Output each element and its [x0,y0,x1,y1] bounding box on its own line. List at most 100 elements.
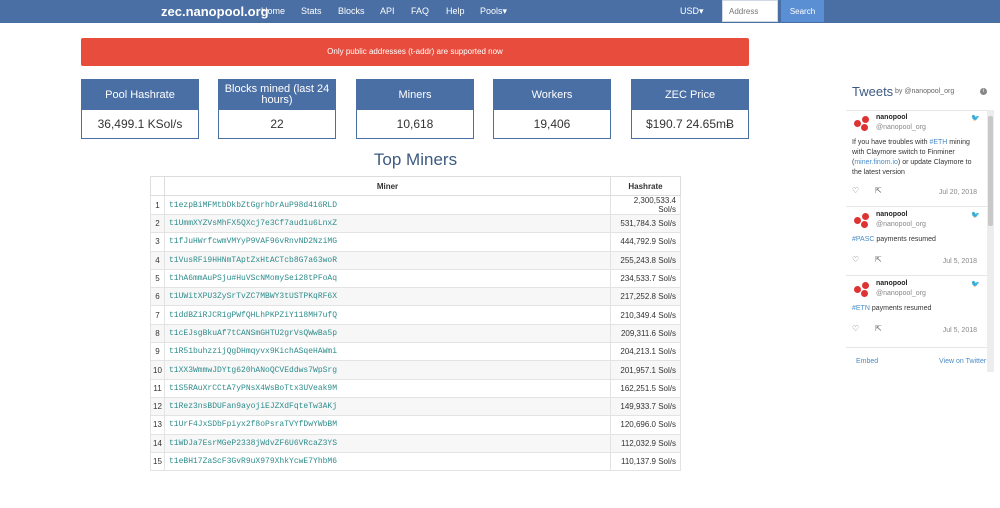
miner-address-link[interactable]: t1R51buhzzijQgDHmqyvx9KichASqeHAWmi [164,342,611,362]
row-index: 15 [150,451,165,472]
row-index: 13 [150,415,165,435]
brand-logo[interactable]: zec.nanopool.org [161,4,269,19]
miner-hashrate: 2,300,533.4 Sol/s [610,195,681,215]
tweet-author-name[interactable]: nanopool [876,114,908,121]
tweet-item[interactable]: nanopool @nanopool_org 🐦 #ETN payments r… [846,276,987,346]
table-row: 9 t1R51buhzzijQgDHmqyvx9KichASqeHAWmi 204,… [150,342,681,362]
stat-card-pool-hashrate: Pool Hashrate 36,499.1 KSol/s [81,79,199,139]
nav-help[interactable]: Help [446,6,465,16]
share-icon[interactable]: ⇱ [875,186,882,195]
alert-banner: Only public addresses (t-addr) are suppo… [81,38,749,66]
info-icon[interactable]: i [980,88,987,95]
table-row: 12 t1Rez3nsBDUFan9ayojiEJZXdFqteTw3AKj 149… [150,396,681,417]
tweet-item[interactable]: nanopool @nanopool_org 🐦 If you have tro… [846,110,987,220]
table-row: 8 t1cEJsgBkuAf7tCANSmGHTU2grVsQWwBa5p 209,… [150,323,681,344]
miner-address-link[interactable]: t1fJuHWrfcwmVMYyP9VAF96vRnvND2NziMG [164,232,611,252]
miner-address-link[interactable]: t1ezpBiMFMtbDkbZtGgrhDrAuP98d416RLD [164,195,611,215]
miner-hashrate: 149,933.7 Sol/s [610,396,681,417]
miner-address-link[interactable]: t1XX3WmmwJDYtg620hANoQCVEddws7WpSrg [164,360,611,380]
nav-api[interactable]: API [380,6,395,16]
heart-icon[interactable]: ♡ [852,255,859,264]
row-index: 5 [150,268,165,289]
tweet-text: If you have troubles with #ETH mining wi… [852,139,972,176]
miner-address-link[interactable]: t1ddBZiRJCR1gPWfQHLhPKPZiY118MH7ufQ [164,305,611,325]
heart-icon[interactable]: ♡ [852,324,859,333]
twitter-bird-icon: 🐦 [971,115,980,122]
miner-address-link[interactable]: t1UrF4JxSDbFpiyx2f8oPsraTVYfDwYWbBM [164,415,611,435]
nav-blocks[interactable]: Blocks [338,6,365,16]
miner-address-link[interactable]: t1hA6mmAuPSju#HuVScNMomySei28tPFoAq [164,268,611,289]
stat-label: Miners [357,80,473,110]
miner-address-link[interactable]: t1WDJa7EsrMGeP2338jWdvZF6U6VRcaZ3YS [164,433,611,453]
table-row: 3 t1fJuHWrfcwmVMYyP9VAF96vRnvND2NziMG 444,… [150,232,681,252]
top-navbar: zec.nanopool.org Home Stats Blocks API F… [0,0,1000,23]
miner-hashrate: 110,137.9 Sol/s [610,451,681,472]
miner-address-link[interactable]: t1UmmXYZVsMhFX5QXcj7e3Cf7aud1u6LnxZ [164,213,611,234]
table-row: 4 t1VusRFi9HHNmTAptZxHtACTcb8G7a63woR 255,… [150,250,681,270]
table-row: 14 t1WDJa7EsrMGeP2338jWdvZF6U6VRcaZ3YS 112… [150,433,681,453]
twitter-bird-icon: 🐦 [971,212,980,219]
tweets-scrollbar[interactable] [987,110,994,372]
table-row: 5 t1hA6mmAuPSju#HuVScNMomySei28tPFoAq 234,… [150,268,681,289]
tweet-text: #PASC payments resumed [852,236,936,243]
nav-pools-dropdown[interactable]: Pools▾ [480,6,507,17]
table-row: 6 t1UWitXPU3ZySrTvZC7MBWY3tUSTPKqRF6X 217,… [150,287,681,307]
nav-stats[interactable]: Stats [301,6,322,16]
miner-address-link[interactable]: t1cEJsgBkuAf7tCANSmGHTU2grVsQWwBa5p [164,323,611,344]
tweets-by-link[interactable]: by @nanopool_org [895,88,954,95]
miner-hashrate: 255,243.8 Sol/s [610,250,681,270]
miner-address-link[interactable]: t1S5RAuXrCCtA7yPNsX4WsBoTtx3UVeak9M [164,378,611,398]
nav-home[interactable]: Home [261,6,285,16]
search-button[interactable]: Search [781,0,824,22]
view-on-twitter-link[interactable]: View on Twitter [939,358,986,365]
tweet-item[interactable]: nanopool @nanopool_org 🐦 #PASC payments … [846,207,987,277]
tweet-author-handle[interactable]: @nanopool_org [876,124,926,131]
top-miners-table: Miner Hashrate 1 t1ezpBiMFMtbDkbZtGgrhDrA… [150,176,681,472]
miner-hashrate: 120,696.0 Sol/s [610,415,681,435]
col-index-header [150,176,165,196]
hashtag-link[interactable]: #ETN [852,305,870,312]
col-miner-header: Miner [164,176,611,196]
table-row: 11 t1S5RAuXrCCtA7yPNsX4WsBoTtx3UVeak9M 162… [150,378,681,398]
tweet-date[interactable]: Jul 5, 2018 [943,258,977,265]
tweet-url-link[interactable]: miner.finom.io [854,159,898,166]
col-hashrate-header: Hashrate [610,176,681,196]
miner-address-link[interactable]: t1eBH17ZaScF3GvR9uX979XhkYcwE7YhbM6 [164,451,611,472]
avatar [854,282,870,298]
nav-faq[interactable]: FAQ [411,6,429,16]
table-row: 7 t1ddBZiRJCR1gPWfQHLhPKPZiY118MH7ufQ 210,… [150,305,681,325]
table-row: 1 t1ezpBiMFMtbDkbZtGgrhDrAuP98d416RLD 2,30… [150,195,681,215]
top-miners-title: Top Miners [373,150,458,169]
tweet-author-handle[interactable]: @nanopool_org [876,290,926,297]
tweet-date[interactable]: Jul 20, 2018 [939,189,977,196]
hashtag-link[interactable]: #ETH [929,139,947,146]
row-index: 7 [150,305,165,325]
miner-address-link[interactable]: t1Rez3nsBDUFan9ayojiEJZXdFqteTw3AKj [164,396,611,417]
embed-link[interactable]: Embed [856,358,878,365]
tweet-author-handle[interactable]: @nanopool_org [876,221,926,228]
table-row: 2 t1UmmXYZVsMhFX5QXcj7e3Cf7aud1u6LnxZ 531,… [150,213,681,234]
twitter-bird-icon: 🐦 [971,281,980,288]
row-index: 12 [150,396,165,417]
miner-hashrate: 162,251.5 Sol/s [610,378,681,398]
miner-hashrate: 209,311.6 Sol/s [610,323,681,344]
stat-value: 36,499.1 KSol/s [97,117,183,131]
tweet-date[interactable]: Jul 5, 2018 [943,327,977,334]
currency-dropdown[interactable]: USD▾ [680,6,704,17]
tweet-author-name[interactable]: nanopool [876,280,908,287]
address-search-input[interactable] [722,0,778,22]
tweet-author-name[interactable]: nanopool [876,211,908,218]
stat-card-miners: Miners 10,618 [356,79,474,139]
tweet-text: #ETN payments resumed [852,305,932,312]
scrollbar-thumb[interactable] [988,116,993,226]
heart-icon[interactable]: ♡ [852,186,859,195]
share-icon[interactable]: ⇱ [875,255,882,264]
hashtag-link[interactable]: #PASC [852,236,874,243]
miner-address-link[interactable]: t1UWitXPU3ZySrTvZC7MBWY3tUSTPKqRF6X [164,287,611,307]
share-icon[interactable]: ⇱ [875,324,882,333]
stat-value: $190.7 24.65mɃ [645,117,735,131]
miner-hashrate: 217,252.8 Sol/s [610,287,681,307]
miner-hashrate: 210,349.4 Sol/s [610,305,681,325]
row-index: 6 [150,287,165,307]
miner-address-link[interactable]: t1VusRFi9HHNmTAptZxHtACTcb8G7a63woR [164,250,611,270]
